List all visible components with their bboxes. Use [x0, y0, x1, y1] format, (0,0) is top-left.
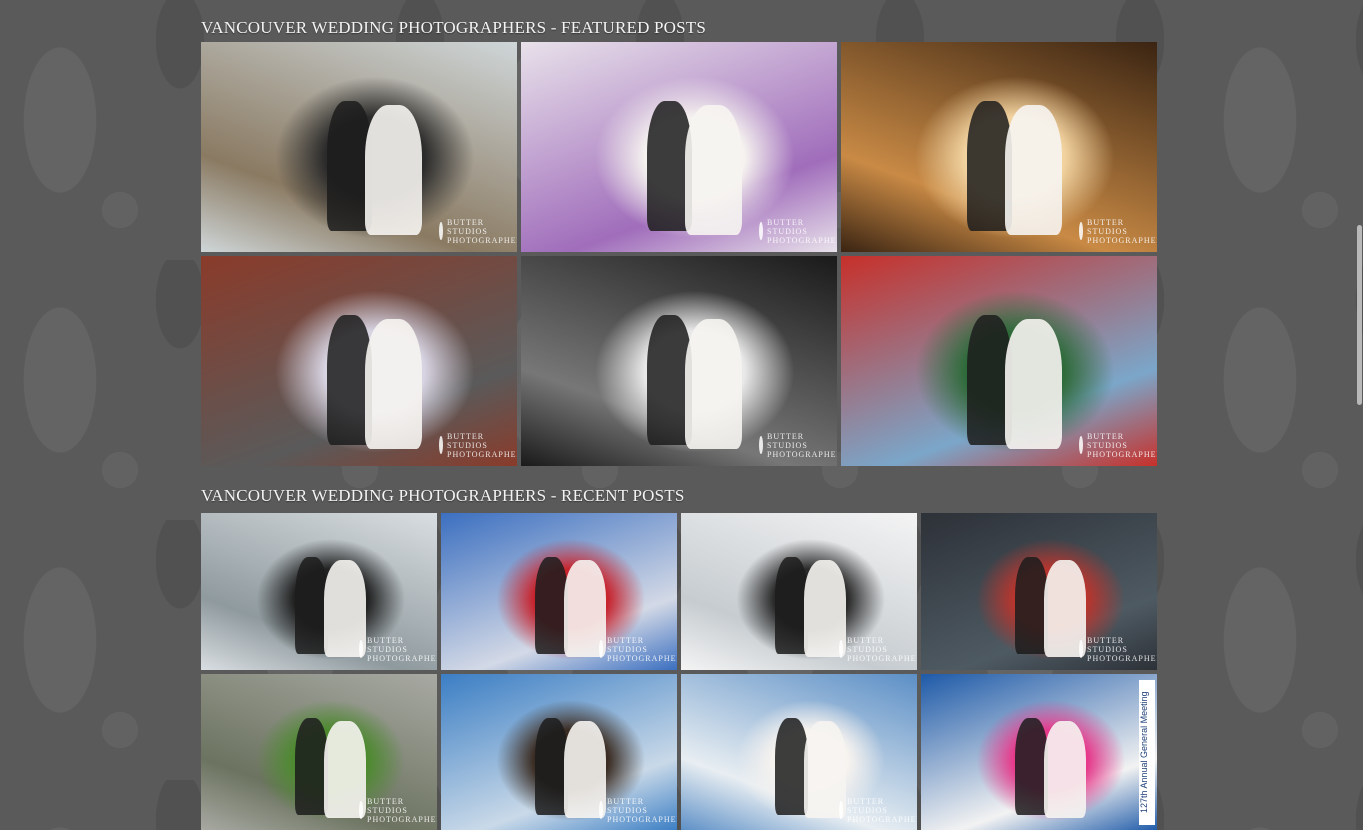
studio-watermark: BUTTER STUDIOS PHOTOGRAPHERS — [359, 797, 437, 824]
recent-posts-heading: VANCOUVER WEDDING PHOTOGRAPHERS - RECENT… — [201, 486, 685, 505]
watermark-text: BUTTER STUDIOS PHOTOGRAPHERS — [767, 217, 837, 245]
studio-watermark: BUTTER STUDIOS PHOTOGRAPHERS — [1079, 218, 1157, 245]
studio-watermark: BUTTER STUDIOS PHOTOGRAPHERS — [839, 797, 917, 824]
meeting-side-caption: 127th Annual General Meeting — [1139, 680, 1155, 825]
watermark-ornament-icon — [1079, 222, 1083, 240]
watermark-text: BUTTER STUDIOS PHOTOGRAPHERS — [607, 635, 677, 663]
recent-post-thumbnail[interactable]: BUTTER STUDIOS PHOTOGRAPHERS — [681, 674, 917, 830]
recent-post-thumbnail[interactable]: BUTTER STUDIOS PHOTOGRAPHERS — [201, 674, 437, 830]
featured-posts-heading: VANCOUVER WEDDING PHOTOGRAPHERS - FEATUR… — [201, 18, 707, 37]
studio-watermark: BUTTER STUDIOS PHOTOGRAPHERS — [359, 636, 437, 663]
watermark-ornament-icon — [1079, 640, 1083, 658]
bride-figure — [685, 319, 743, 450]
watermark-ornament-icon — [599, 801, 603, 819]
featured-post-thumbnail[interactable]: BUTTER STUDIOS PHOTOGRAPHERS — [521, 42, 837, 252]
watermark-text: BUTTER STUDIOS PHOTOGRAPHERS — [447, 217, 517, 245]
recent-post-thumbnail[interactable]: BUTTER STUDIOS PHOTOGRAPHERS — [441, 513, 677, 670]
watermark-ornament-icon — [1079, 436, 1083, 454]
recent-post-thumbnail[interactable]: BUTTER STUDIOS PHOTOGRAPHERS — [441, 674, 677, 830]
watermark-ornament-icon — [759, 222, 763, 240]
recent-post-thumbnail[interactable]: 127th Annual General Meeting — [921, 674, 1157, 830]
studio-watermark: BUTTER STUDIOS PHOTOGRAPHERS — [599, 636, 677, 663]
watermark-text: BUTTER STUDIOS PHOTOGRAPHERS — [447, 431, 517, 459]
bride-figure — [365, 105, 423, 236]
recent-posts-section: VANCOUVER WEDDING PHOTOGRAPHERS - RECENT… — [201, 482, 1157, 830]
studio-watermark: BUTTER STUDIOS PHOTOGRAPHERS — [839, 636, 917, 663]
featured-posts-section: VANCOUVER WEDDING PHOTOGRAPHERS - FEATUR… — [201, 14, 1157, 466]
watermark-ornament-icon — [359, 640, 363, 658]
studio-watermark: BUTTER STUDIOS PHOTOGRAPHERS — [439, 432, 517, 459]
watermark-text: BUTTER STUDIOS PHOTOGRAPHERS — [367, 635, 437, 663]
studio-watermark: BUTTER STUDIOS PHOTOGRAPHERS — [759, 218, 837, 245]
recent-post-thumbnail[interactable]: BUTTER STUDIOS PHOTOGRAPHERS — [921, 513, 1157, 670]
bride-figure — [1005, 105, 1063, 236]
watermark-text: BUTTER STUDIOS PHOTOGRAPHERS — [767, 431, 837, 459]
watermark-ornament-icon — [839, 801, 843, 819]
studio-watermark: BUTTER STUDIOS PHOTOGRAPHERS — [599, 797, 677, 824]
watermark-ornament-icon — [439, 436, 443, 454]
studio-watermark: BUTTER STUDIOS PHOTOGRAPHERS — [439, 218, 517, 245]
bride-figure — [685, 105, 743, 236]
page-scrollbar[interactable] — [1357, 225, 1362, 405]
featured-post-thumbnail[interactable]: BUTTER STUDIOS PHOTOGRAPHERS — [201, 42, 517, 252]
featured-post-thumbnail[interactable]: BUTTER STUDIOS PHOTOGRAPHERS — [201, 256, 517, 466]
main-content: VANCOUVER WEDDING PHOTOGRAPHERS - FEATUR… — [201, 14, 1157, 830]
watermark-ornament-icon — [359, 801, 363, 819]
recent-posts-grid: BUTTER STUDIOS PHOTOGRAPHERS BUTTER STUD… — [201, 513, 1157, 830]
featured-post-thumbnail[interactable]: BUTTER STUDIOS PHOTOGRAPHERS — [841, 42, 1157, 252]
watermark-text: BUTTER STUDIOS PHOTOGRAPHERS — [1087, 217, 1157, 245]
watermark-text: BUTTER STUDIOS PHOTOGRAPHERS — [1087, 431, 1157, 459]
recent-post-thumbnail[interactable]: BUTTER STUDIOS PHOTOGRAPHERS — [681, 513, 917, 670]
watermark-text: BUTTER STUDIOS PHOTOGRAPHERS — [847, 796, 917, 824]
featured-post-thumbnail[interactable]: BUTTER STUDIOS PHOTOGRAPHERS — [841, 256, 1157, 466]
bride-figure — [1043, 721, 1087, 819]
watermark-ornament-icon — [759, 436, 763, 454]
watermark-ornament-icon — [599, 640, 603, 658]
bride-figure — [365, 319, 423, 450]
recent-post-thumbnail[interactable]: BUTTER STUDIOS PHOTOGRAPHERS — [201, 513, 437, 670]
watermark-ornament-icon — [439, 222, 443, 240]
studio-watermark: BUTTER STUDIOS PHOTOGRAPHERS — [1079, 432, 1157, 459]
watermark-text: BUTTER STUDIOS PHOTOGRAPHERS — [1087, 635, 1157, 663]
studio-watermark: BUTTER STUDIOS PHOTOGRAPHERS — [759, 432, 837, 459]
bride-figure — [1005, 319, 1063, 450]
featured-post-thumbnail[interactable]: BUTTER STUDIOS PHOTOGRAPHERS — [521, 256, 837, 466]
watermark-text: BUTTER STUDIOS PHOTOGRAPHERS — [847, 635, 917, 663]
watermark-text: BUTTER STUDIOS PHOTOGRAPHERS — [367, 796, 437, 824]
studio-watermark: BUTTER STUDIOS PHOTOGRAPHERS — [1079, 636, 1157, 663]
watermark-text: BUTTER STUDIOS PHOTOGRAPHERS — [607, 796, 677, 824]
watermark-ornament-icon — [839, 640, 843, 658]
featured-posts-grid: BUTTER STUDIOS PHOTOGRAPHERS BUTTER STUD… — [201, 42, 1157, 466]
